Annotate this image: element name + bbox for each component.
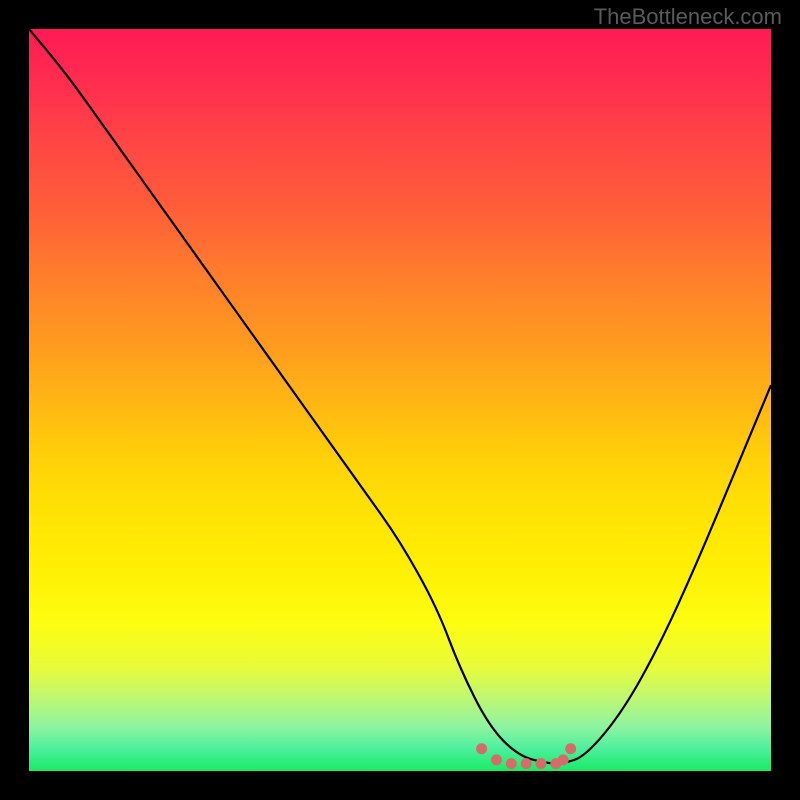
marker-dot: [521, 758, 532, 769]
marker-dot: [491, 754, 502, 765]
marker-dot: [535, 758, 546, 769]
marker-dot: [558, 754, 569, 765]
marker-dot: [565, 743, 576, 754]
watermark-text: TheBottleneck.com: [594, 4, 782, 30]
optimal-range-markers: [29, 29, 771, 771]
marker-dot: [506, 758, 517, 769]
chart-plot-area: [29, 29, 771, 771]
marker-dot: [476, 743, 487, 754]
